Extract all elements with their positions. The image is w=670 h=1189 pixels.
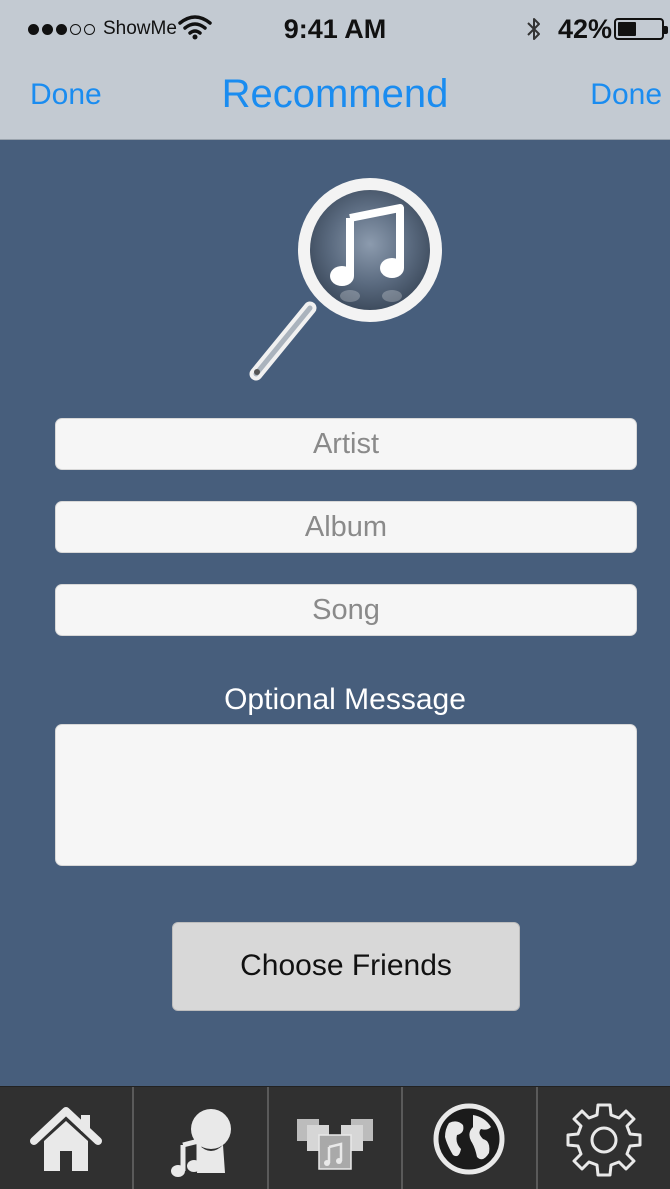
tab-settings[interactable] [538, 1087, 670, 1189]
artist-input[interactable] [55, 418, 637, 470]
tab-world[interactable] [403, 1087, 538, 1189]
done-button-right[interactable]: Done [590, 78, 662, 112]
optional-message-textarea[interactable] [55, 724, 637, 866]
choose-friends-button[interactable]: Choose Friends [172, 922, 520, 1011]
tab-recommend[interactable] [134, 1087, 269, 1189]
albums-icon [297, 1118, 374, 1170]
gear-icon [566, 1103, 642, 1176]
music-person-icon [170, 1108, 231, 1177]
recommend-screen: ShowMe 9:41 AM 42% Done Recommend Done A… [0, 0, 670, 1189]
music-search-logo-icon [249, 178, 442, 381]
status-bar: ShowMe 9:41 AM 42% [0, 0, 670, 60]
battery-percent: 42% [558, 14, 613, 44]
tab-home[interactable] [0, 1087, 135, 1189]
optional-message-label: Optional Message [224, 683, 466, 716]
bluetooth-icon [527, 18, 540, 40]
album-input[interactable] [55, 501, 637, 553]
song-input[interactable] [55, 584, 637, 636]
tab-albums[interactable] [269, 1087, 404, 1189]
tab-bar [0, 1086, 670, 1189]
page-title: Recommend [221, 72, 449, 116]
top-bar: ShowMe 9:41 AM 42% Done Recommend Done [0, 0, 670, 140]
battery-icon [614, 18, 668, 40]
home-icon [30, 1106, 103, 1171]
globe-icon [433, 1103, 505, 1174]
